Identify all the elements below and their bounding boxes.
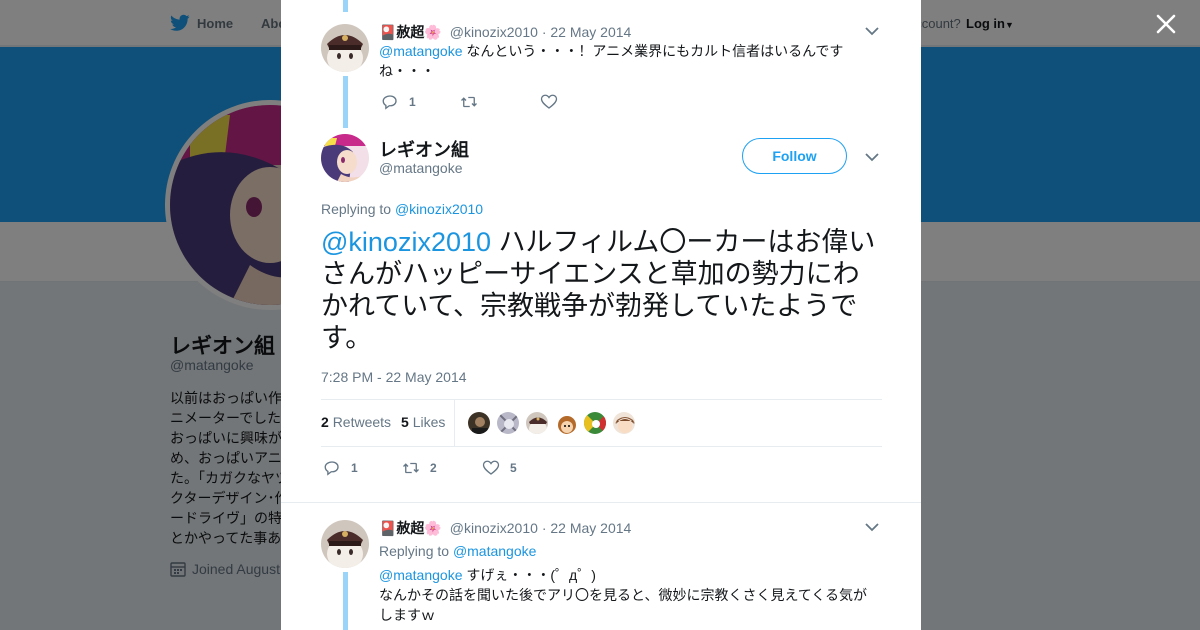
replying-to-prefix: Replying to: [379, 543, 450, 559]
liker-avatar[interactable]: [467, 411, 491, 435]
reply-count: 1: [409, 95, 416, 109]
thread-line: [343, 0, 348, 12]
liker-avatar[interactable]: [496, 411, 520, 435]
tweet-mention[interactable]: @matangoke: [379, 567, 462, 583]
replying-to: Replying to @kinozix2010: [321, 201, 483, 217]
thread-line: [343, 572, 348, 630]
like-action[interactable]: [540, 93, 558, 111]
retweet-action[interactable]: 2: [402, 459, 437, 477]
retweets-count: 2: [321, 414, 329, 430]
liker-avatar[interactable]: [612, 411, 636, 435]
reply-action[interactable]: 1: [323, 459, 358, 477]
thread-line: [343, 76, 348, 128]
reply-icon: [324, 461, 339, 476]
tweet-date[interactable]: 22 May 2014: [550, 24, 631, 40]
replying-to-handle[interactable]: @matangoke: [453, 543, 536, 559]
avatar[interactable]: [321, 24, 369, 72]
avatar-image: [321, 134, 369, 182]
heart-icon: [540, 94, 558, 109]
reply-action[interactable]: 1: [381, 93, 416, 111]
retweet-action[interactable]: [460, 93, 478, 111]
reply-icon: [382, 95, 397, 110]
tweet-author-name[interactable]: 🎴赦超🌸: [379, 24, 442, 40]
tweet-text: @matangoke すげぇ・・・(゜д゜) なんかその話を聞いた後でアリ〇を見…: [379, 565, 875, 625]
like-count: 5: [510, 461, 517, 475]
likes-stat[interactable]: 5 Likes: [401, 414, 445, 430]
main-tweet-text: @kinozix2010 ハルフィルム〇ーカーはお偉いさんがハッピーサイエンスと…: [321, 226, 883, 354]
chevron-down-icon[interactable]: [865, 26, 879, 36]
tweet-author-name[interactable]: 🎴赦超🌸: [379, 520, 442, 536]
tweet-body-line1: すげぇ・・・(゜д゜): [462, 567, 596, 583]
chevron-down-icon[interactable]: [865, 522, 879, 532]
close-icon[interactable]: [1152, 10, 1180, 38]
likes-label: Likes: [412, 414, 446, 430]
retweet-icon: [403, 462, 419, 474]
follow-button[interactable]: Follow: [742, 138, 847, 174]
liker-avatar[interactable]: [583, 411, 607, 435]
avatar-image: [321, 24, 369, 72]
tweet-header: 🎴赦超🌸 @kinozix2010 · 22 May 2014: [379, 22, 631, 42]
main-tweet-mention[interactable]: @kinozix2010: [321, 227, 491, 257]
retweet-count: 2: [430, 461, 437, 475]
main-tweet-author-handle[interactable]: @matangoke: [379, 160, 462, 176]
replying-to: Replying to @matangoke: [379, 543, 536, 559]
main-tweet-author-name[interactable]: レギオン組: [379, 136, 469, 162]
reply-count: 1: [351, 461, 358, 475]
chevron-down-icon[interactable]: [865, 152, 879, 162]
tweet-mention[interactable]: @matangoke: [379, 43, 462, 59]
tweet-author-handle[interactable]: @kinozix2010: [450, 24, 538, 40]
like-action[interactable]: 5: [482, 459, 517, 477]
liker-avatar[interactable]: [554, 411, 578, 435]
retweets-stat[interactable]: 2 Retweets: [321, 414, 391, 430]
tweet-modal: 🎴赦超🌸 @kinozix2010 · 22 May 2014 @matango…: [281, 0, 921, 630]
avatar[interactable]: [321, 520, 369, 568]
tweet-author-handle[interactable]: @kinozix2010: [450, 520, 538, 536]
tweet-text: @matangoke なんという・・・！アニメ業界にもカルト信者はいるんですね・…: [379, 41, 859, 81]
likes-count: 5: [401, 414, 409, 430]
main-tweet-timestamp[interactable]: 7:28 PM - 22 May 2014: [321, 369, 467, 385]
stats-divider: [454, 400, 455, 446]
reply-divider: [281, 502, 921, 503]
replying-to-handle[interactable]: @kinozix2010: [395, 201, 483, 217]
liker-avatar[interactable]: [525, 411, 549, 435]
avatar-image: [321, 520, 369, 568]
tweet-body-rest: なんかその話を聞いた後でアリ〇を見ると、微妙に宗教くさく見えてくる気がしますｗ: [379, 587, 868, 623]
tweet-date[interactable]: 22 May 2014: [550, 520, 631, 536]
heart-icon: [482, 460, 500, 475]
main-tweet-avatar[interactable]: [321, 134, 369, 182]
replying-to-prefix: Replying to: [321, 201, 392, 217]
retweet-icon: [461, 96, 477, 108]
tweet-header: 🎴赦超🌸 @kinozix2010 · 22 May 2014: [379, 518, 631, 538]
tweet-stats: 2 Retweets 5 Likes: [321, 399, 882, 447]
retweets-label: Retweets: [332, 414, 392, 430]
